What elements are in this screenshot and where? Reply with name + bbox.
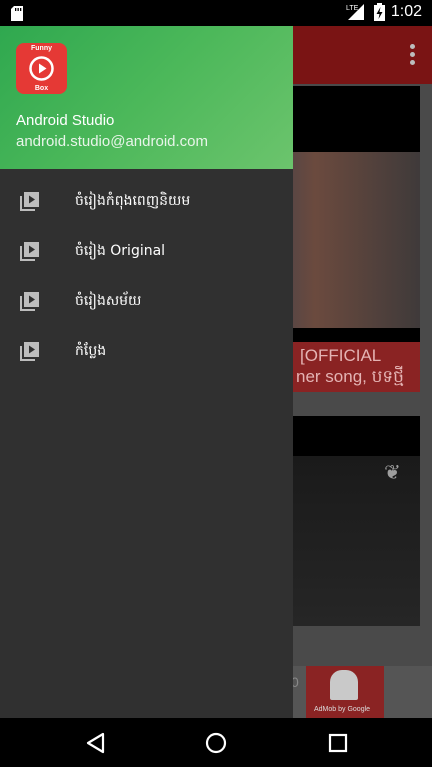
battery-charging-icon (373, 3, 385, 21)
video-title-line2: ner song, បទថ្មី (296, 367, 404, 386)
play-circle-icon (29, 56, 54, 81)
system-nav-bar (0, 718, 432, 767)
account-name: Android Studio (16, 112, 115, 129)
video-library-icon (20, 292, 39, 311)
menu-item-label: ចំរៀង Original (75, 243, 166, 259)
admob-logo-icon (330, 670, 358, 700)
overflow-menu-icon[interactable] (410, 44, 416, 66)
drawer-header: Funny Box Android Studio android.studio@… (0, 26, 293, 169)
video-library-icon (20, 192, 39, 211)
menu-item-original-songs[interactable]: ចំរៀង Original (0, 227, 293, 277)
home-icon[interactable] (204, 731, 228, 755)
channel-logo-icon: ❦ (384, 460, 401, 484)
sd-card-icon (11, 6, 23, 21)
video-library-icon (20, 242, 39, 261)
account-email: android.studio@android.com (16, 133, 209, 150)
status-bar: LTE 1:02 (0, 0, 432, 26)
app-logo[interactable]: Funny Box (16, 43, 67, 94)
video-title-line1: [OFFICIAL (300, 346, 382, 365)
clock: 1:02 (390, 3, 422, 20)
menu-item-modern-songs[interactable]: ចំរៀងសម័យ (0, 277, 293, 327)
navigation-drawer: Funny Box Android Studio android.studio@… (0, 26, 293, 718)
back-icon[interactable] (84, 731, 108, 755)
menu-item-popular-songs[interactable]: ចំរៀងកំពុងពេញនិយម (0, 177, 293, 227)
menu-item-label: ចំរៀងសម័យ (75, 293, 142, 309)
menu-item-comedy[interactable]: កំប្លែង (0, 327, 293, 377)
signal-icon: LTE (346, 4, 364, 20)
video-library-icon (20, 342, 39, 361)
menu-item-label: ចំរៀងកំពុងពេញនិយម (75, 193, 191, 209)
logo-top-text: Funny (31, 45, 52, 52)
logo-bottom-text: Box (34, 85, 49, 92)
ad-label: AdMob by Google (314, 706, 371, 713)
recents-icon[interactable] (326, 731, 350, 755)
drawer-menu: ចំរៀងកំពុងពេញនិយម ចំរៀង Original ចំរៀងសម… (0, 177, 293, 377)
network-type-label: LTE (346, 5, 359, 12)
menu-item-label: កំប្លែង (75, 343, 107, 359)
